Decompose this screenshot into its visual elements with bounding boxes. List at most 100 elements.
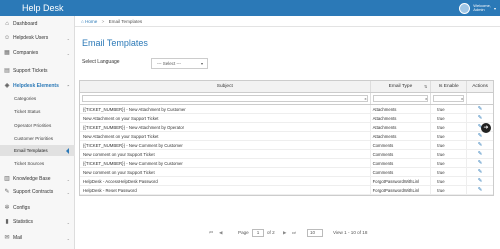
app-title[interactable]: Help Desk [0, 0, 75, 16]
records-info: View 1 - 10 of 18 [333, 230, 368, 235]
table-row[interactable]: {{TICKET_NUMBER}} - New Attachment by Op… [80, 123, 493, 132]
users-icon: ☺ [4, 35, 11, 41]
sidebar-item-companies[interactable]: ▦ Companies ⌄ [0, 47, 75, 59]
edit-icon[interactable]: ✎ [467, 105, 493, 113]
language-select[interactable]: --- Select --- ▾ [151, 58, 208, 69]
sidebar-item-label: Helpdesk Elements [13, 83, 59, 89]
cell-is-enable: true [431, 123, 468, 131]
chevron-up-icon: ⌃ [66, 83, 70, 89]
cell-is-enable: true [431, 114, 468, 122]
edit-icon[interactable]: ✎ [467, 141, 493, 149]
table-row[interactable]: HelpDesk - AccessHelpDesk Password Forgot… [80, 177, 493, 186]
breadcrumb-home-link[interactable]: Home [85, 19, 97, 24]
sidebar-subitem-categories[interactable]: Categories [0, 93, 75, 104]
column-header-subject[interactable]: Subject [80, 81, 371, 92]
cell-subject: New Attachment on your Support Ticket [80, 132, 371, 140]
sidebar-item-support-contracts[interactable]: ✎ Support Contracts ⌄ [0, 186, 75, 198]
table-row[interactable]: {{TICKET_NUMBER}} - New Attachment by Cu… [80, 105, 493, 114]
sidebar-item-support-tickets[interactable]: ▤ Support Tickets [0, 65, 75, 77]
sidebar-item-statistics[interactable]: ▮ Statistics ⌄ [0, 216, 75, 228]
chevron-down-icon[interactable]: ▾ [494, 6, 496, 11]
sort-icon[interactable]: ⇅ [424, 81, 427, 93]
chevron-down-icon: ▾ [200, 61, 203, 66]
filter-input-subject[interactable] [82, 95, 368, 102]
column-header-email-type[interactable]: Email Type ⇅ [371, 81, 432, 92]
cell-is-enable: true [431, 132, 468, 140]
sidebar-item-knowledge-base[interactable]: ▥ Knowledge Base ⌄ [0, 173, 75, 185]
clear-filter-icon[interactable]: x [365, 96, 367, 101]
sidebar-item-label: Companies [13, 50, 39, 56]
sidebar-item-configs[interactable]: ✲ Configs [0, 202, 75, 214]
top-bar: Help Desk Welcome, Admin ▾ [0, 0, 500, 16]
table-row[interactable]: {{TICKET_NUMBER}} - New Comment by Custo… [80, 159, 493, 168]
edit-icon[interactable]: ✎ [467, 177, 493, 185]
chevron-down-icon: ⌄ [66, 50, 70, 56]
sidebar-subitem-operator-priorities[interactable]: Operator Priorities [0, 120, 75, 131]
companies-icon: ▦ [4, 50, 10, 56]
sidebar-subitem-email-templates[interactable]: Email Templates [0, 145, 75, 156]
edit-icon[interactable]: ✎ [467, 150, 493, 158]
contracts-icon: ✎ [4, 189, 10, 195]
statistics-icon: ▮ [5, 219, 9, 225]
table-row[interactable]: {{TICKET_NUMBER}} - New Comment by Custo… [80, 141, 493, 150]
first-page-icon[interactable]: ⏮ [209, 230, 213, 235]
floating-arrow-button[interactable]: ➜ [481, 123, 491, 133]
cell-email-type: ForgotPasswordWithLinl [371, 177, 432, 185]
filter-input-email-type[interactable] [372, 95, 429, 102]
cell-is-enable: true [431, 168, 468, 176]
user-menu[interactable]: Welcome, Admin ▾ [459, 2, 496, 14]
sidebar-subitem-ticket-status[interactable]: Ticket Status [0, 106, 75, 117]
cell-subject: {{TICKET_NUMBER}} - New Comment by Custo… [80, 159, 371, 167]
avatar[interactable] [459, 2, 471, 14]
table-row[interactable]: New Attachment on your Support Ticket Att… [80, 114, 493, 123]
column-header-is-enable[interactable]: Is Enable [431, 81, 468, 92]
filter-input-is-enable[interactable] [433, 95, 465, 102]
page-count: of 2 [267, 230, 275, 235]
clear-filter-icon[interactable]: x [461, 96, 463, 101]
user-greeting: Welcome, Admin [473, 3, 491, 13]
next-page-icon[interactable]: ▶ [283, 230, 286, 236]
edit-icon[interactable]: ✎ [467, 159, 493, 167]
dashboard-icon: ⌂ [5, 21, 9, 27]
home-icon[interactable]: ⌂ [81, 19, 84, 24]
page-size-select[interactable]: 10 [307, 229, 323, 237]
sidebar-item-label: Knowledge Base [13, 176, 51, 182]
sidebar-item-mail[interactable]: ✉ Mail ⌄ [0, 232, 75, 244]
cell-subject: HelpDesk - AccessHelpDesk Password [80, 177, 371, 185]
table-row[interactable]: New comment on your Support Ticket Commen… [80, 150, 493, 159]
cell-email-type: ForgotPasswordWithLinl [371, 186, 432, 194]
sidebar-item-helpdesk-users[interactable]: ☺ Helpdesk Users ⌄ [0, 32, 75, 44]
chevron-down-icon: ⌄ [66, 189, 70, 195]
cell-email-type: Attachments [371, 114, 432, 122]
sidebar-subitem-customer-priorities[interactable]: Customer Priorities [0, 133, 75, 144]
sidebar-subitem-ticket-sources[interactable]: Ticket Sources [0, 158, 75, 169]
prev-page-icon[interactable]: ◀ [219, 230, 222, 236]
cell-email-type: Comments [371, 141, 432, 149]
sidebar-item-helpdesk-elements[interactable]: ◈ Helpdesk Elements ⌃ [0, 80, 75, 92]
table-row[interactable]: HelpDesk - Reset Password ForgotPasswordW… [80, 186, 493, 195]
cell-email-type: Comments [371, 150, 432, 158]
edit-icon[interactable]: ✎ [467, 186, 493, 194]
table-row[interactable]: New Attachment on your Support Ticket Att… [80, 132, 493, 141]
clear-filter-icon[interactable]: x [425, 96, 427, 101]
chevron-down-icon: ⌄ [66, 35, 70, 41]
edit-icon[interactable]: ✎ [467, 114, 493, 122]
breadcrumb-separator: > [101, 19, 105, 24]
grid-filter-row: x x x [80, 93, 493, 105]
page-number-input[interactable]: 1 [252, 229, 264, 237]
sidebar-item-label: Configs [13, 205, 30, 211]
last-page-icon[interactable]: ⏭ [292, 230, 296, 235]
gear-icon: ✲ [4, 205, 10, 211]
sidebar-item-dashboard[interactable]: ⌂ Dashboard [0, 18, 75, 30]
pager: ⏮ ◀ Page 1 of 2 ▶ ⏭ 10 View 1 - 10 of 18 [79, 228, 494, 238]
sidebar-item-label: Statistics [13, 219, 34, 225]
elements-icon: ◈ [4, 83, 10, 89]
edit-icon[interactable]: ✎ [467, 132, 493, 140]
edit-icon[interactable]: ✎ [467, 168, 493, 176]
cell-is-enable: true [431, 105, 468, 113]
cell-subject: New comment on your Support Ticket [80, 150, 371, 158]
filter-cell-subject: x [80, 93, 371, 104]
table-row[interactable]: New comment on your Support Ticket Commen… [80, 168, 493, 177]
cell-subject: New Attachment on your Support Ticket [80, 114, 371, 122]
cell-email-type: Attachments [371, 105, 432, 113]
